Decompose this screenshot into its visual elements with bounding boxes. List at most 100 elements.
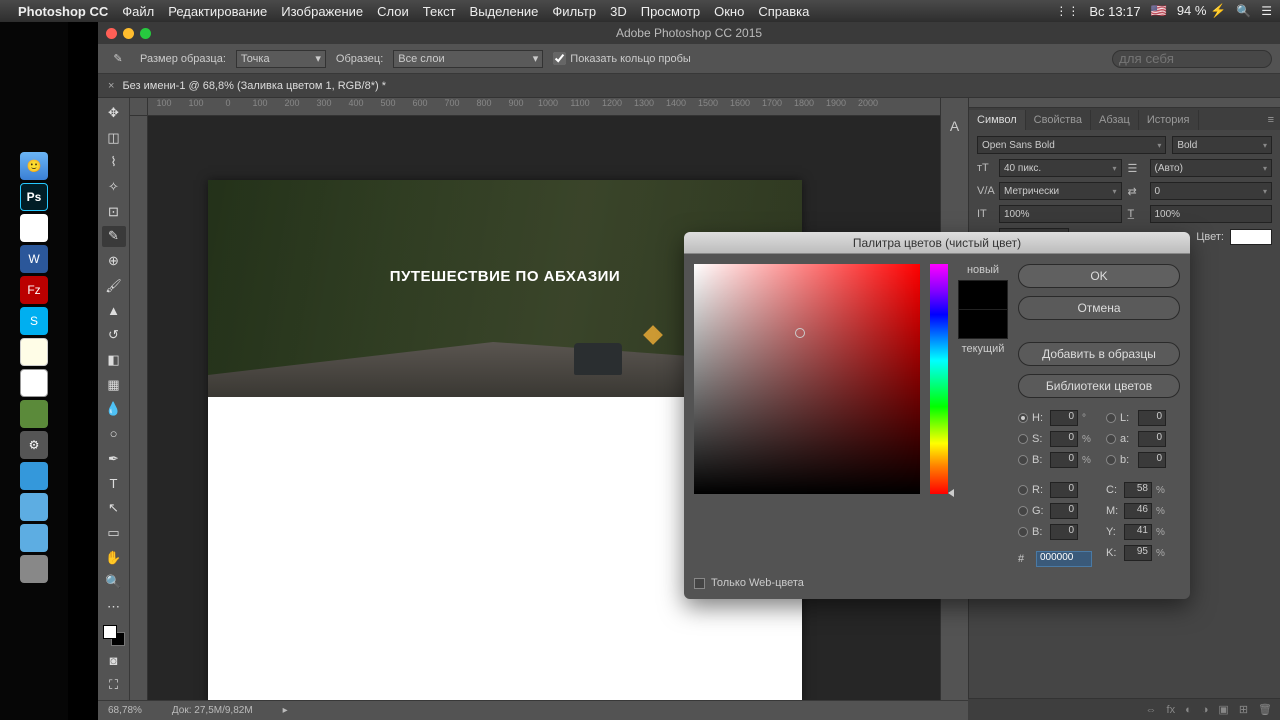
font-style-select[interactable]: Bold▾ (1172, 136, 1272, 154)
eyedropper-tool-icon[interactable]: ✎ (102, 226, 126, 248)
menu-image[interactable]: Изображение (281, 4, 363, 19)
l-input[interactable]: 0 (1138, 410, 1166, 426)
vscale-field[interactable]: 100% (999, 205, 1122, 223)
color-libraries-button[interactable]: Библиотеки цветов (1018, 374, 1180, 398)
menu-help[interactable]: Справка (758, 4, 809, 19)
dock-app-icon[interactable] (20, 400, 48, 428)
lasso-tool-icon[interactable]: ⌇ (102, 151, 126, 173)
lab-b-radio[interactable] (1106, 455, 1116, 465)
quickmask-icon[interactable]: ◙ (102, 649, 126, 671)
a-input[interactable]: 0 (1138, 431, 1166, 447)
bch-input[interactable]: 0 (1050, 524, 1078, 540)
gradient-tool-icon[interactable]: ▦ (102, 374, 126, 396)
r-input[interactable]: 0 (1050, 482, 1078, 498)
ruler-horizontal[interactable]: 1001000100200300400500600700800900100011… (148, 98, 940, 116)
dock-filezilla-icon[interactable]: Fz (20, 276, 48, 304)
dock-folder-icon[interactable] (20, 493, 48, 521)
b-input[interactable]: 0 (1050, 452, 1078, 468)
tracking-field[interactable]: 0▾ (1150, 182, 1273, 200)
tab-paragraph[interactable]: Абзац (1091, 110, 1139, 130)
path-tool-icon[interactable]: ↖ (102, 497, 126, 519)
sample-select[interactable]: Все слои▾ (393, 50, 543, 68)
h-input[interactable]: 0 (1050, 410, 1078, 426)
trash-icon[interactable]: 🗑 (1258, 703, 1272, 716)
dock-chrome-icon[interactable]: ◉ (20, 214, 48, 242)
new-layer-icon[interactable]: ⊞ (1239, 703, 1248, 716)
fx-icon[interactable]: fx (1167, 704, 1176, 716)
kerning-field[interactable]: Метрически▾ (999, 182, 1122, 200)
panel-menu-icon[interactable]: ≡ (1262, 110, 1280, 130)
crop-tool-icon[interactable]: ⊡ (102, 201, 126, 223)
menu-edit[interactable]: Редактирование (168, 4, 267, 19)
h-radio[interactable] (1018, 413, 1028, 423)
character-panel-icon[interactable]: A (950, 118, 959, 134)
s-radio[interactable] (1018, 434, 1028, 444)
k-input[interactable]: 95 (1124, 545, 1152, 561)
bch-radio[interactable] (1018, 527, 1028, 537)
dock-photoshop-icon[interactable]: Ps (20, 183, 48, 211)
lab-b-input[interactable]: 0 (1138, 452, 1166, 468)
window-titlebar[interactable]: Adobe Photoshop CC 2015 (98, 22, 1280, 44)
type-tool-icon[interactable]: T (102, 473, 126, 495)
dock-skype-icon[interactable]: S (20, 307, 48, 335)
dock-app2-icon[interactable] (20, 462, 48, 490)
tab-history[interactable]: История (1139, 110, 1199, 130)
menu-window[interactable]: Окно (714, 4, 744, 19)
adjustment-icon[interactable]: ◑ (1202, 704, 1209, 716)
doc-size[interactable]: Док: 27,5M/9,82M (172, 705, 253, 716)
stamp-tool-icon[interactable]: ▲ (102, 300, 126, 322)
dock-notes-icon[interactable] (20, 338, 48, 366)
sample-size-select[interactable]: Точка▾ (236, 50, 326, 68)
web-colors-checkbox[interactable]: Только Web-цвета (694, 577, 804, 589)
brush-tool-icon[interactable]: 🖌 (102, 275, 126, 297)
s-input[interactable]: 0 (1050, 431, 1078, 447)
document-tab[interactable]: × Без имени-1 @ 68,8% (Заливка цветом 1,… (98, 74, 1280, 98)
ok-button[interactable]: OK (1018, 264, 1180, 288)
screenmode-icon[interactable]: ⛶ (102, 674, 126, 696)
history-tool-icon[interactable]: ↺ (102, 324, 126, 346)
dock-textedit-icon[interactable] (20, 369, 48, 397)
dock-trash-icon[interactable] (20, 555, 48, 583)
menu-type[interactable]: Текст (423, 4, 456, 19)
edit-toolbar-icon[interactable]: ⋯ (102, 596, 126, 618)
status-arrow-icon[interactable]: ▸ (283, 705, 288, 716)
eyedropper-icon[interactable]: ✎ (106, 49, 130, 69)
font-size-field[interactable]: 40 пикс.▾ (999, 159, 1122, 177)
app-name[interactable]: Photoshop CC (18, 4, 108, 19)
menu-file[interactable]: Файл (122, 4, 154, 19)
zoom-tool-icon[interactable]: 🔍 (102, 571, 126, 593)
text-color-swatch[interactable] (1230, 229, 1272, 245)
marquee-tool-icon[interactable]: ◫ (102, 127, 126, 149)
wand-tool-icon[interactable]: ✧ (102, 176, 126, 198)
l-radio[interactable] (1106, 413, 1116, 423)
dock-settings-icon[interactable]: ⚙ (20, 431, 48, 459)
zoom-level[interactable]: 68,78% (108, 705, 142, 716)
g-input[interactable]: 0 (1050, 503, 1078, 519)
a-radio[interactable] (1106, 434, 1116, 444)
eraser-tool-icon[interactable]: ◧ (102, 349, 126, 371)
blur-tool-icon[interactable]: 💧 (102, 398, 126, 420)
m-input[interactable]: 46 (1124, 503, 1152, 519)
panel-collapse-bar[interactable] (969, 98, 1280, 108)
font-family-select[interactable]: Open Sans Bold▾ (977, 136, 1166, 154)
menu-select[interactable]: Выделение (470, 4, 539, 19)
maximize-icon[interactable] (140, 28, 151, 39)
menu-3d[interactable]: 3D (610, 4, 627, 19)
c-input[interactable]: 58 (1124, 482, 1152, 498)
shape-tool-icon[interactable]: ▭ (102, 522, 126, 544)
y-input[interactable]: 41 (1124, 524, 1152, 540)
minimize-icon[interactable] (123, 28, 134, 39)
heal-tool-icon[interactable]: ⊕ (102, 250, 126, 272)
dock-folder2-icon[interactable] (20, 524, 48, 552)
hscale-field[interactable]: 100% (1150, 205, 1273, 223)
tab-character[interactable]: Символ (969, 110, 1026, 130)
mask-icon[interactable]: ◐ (1185, 704, 1192, 716)
dock-word-icon[interactable]: W (20, 245, 48, 273)
cancel-button[interactable]: Отмена (1018, 296, 1180, 320)
hue-strip[interactable] (930, 264, 948, 494)
dialog-title[interactable]: Палитра цветов (чистый цвет) (684, 232, 1190, 254)
dock-finder-icon[interactable]: 🙂 (20, 152, 48, 180)
bluetooth-icon[interactable]: ⋮⋮ (1055, 4, 1079, 18)
saturation-value-field[interactable] (694, 264, 920, 494)
g-radio[interactable] (1018, 506, 1028, 516)
